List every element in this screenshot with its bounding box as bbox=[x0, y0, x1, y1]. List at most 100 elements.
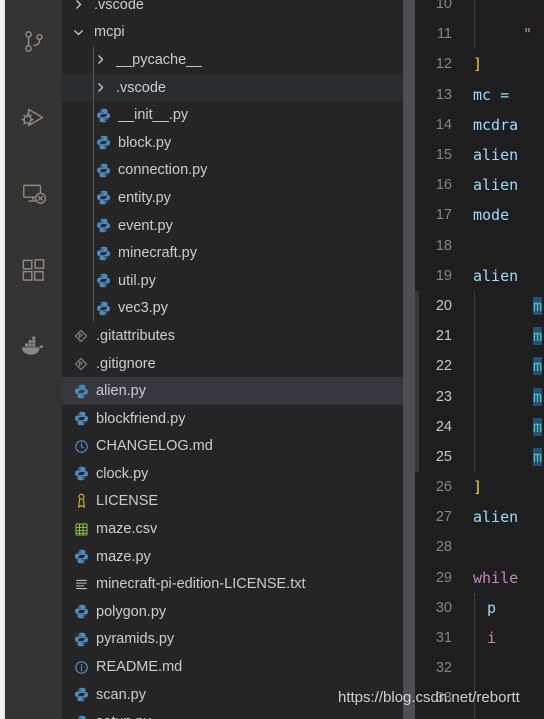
editor-line-number: 13 bbox=[435, 86, 452, 103]
file-tree-row[interactable]: .vscode bbox=[62, 73, 415, 102]
file-tree-row-label: minecraft.py bbox=[118, 245, 197, 262]
csv-icon bbox=[70, 522, 92, 537]
chevron-right-icon[interactable] bbox=[92, 54, 108, 65]
python-icon bbox=[92, 135, 114, 150]
file-tree-row-label: util.py bbox=[118, 272, 156, 289]
file-tree-row[interactable]: minecraft-pi-edition-LICENSE.txt bbox=[62, 570, 415, 598]
activity-bar-item-remote-explorer[interactable] bbox=[5, 156, 62, 232]
file-tree-row-label: clock.py bbox=[96, 465, 149, 482]
editor-line[interactable]: 14 mcdra bbox=[415, 110, 544, 140]
explorer-file-tree[interactable]: .vscode mcpi __pycache__ .vscode __init__.py… bbox=[62, 0, 415, 719]
file-tree-row[interactable]: README.md bbox=[62, 653, 415, 681]
editor-line[interactable]: 31 i bbox=[415, 622, 544, 654]
chevron-right-icon[interactable] bbox=[92, 82, 108, 93]
python-icon bbox=[92, 190, 114, 205]
code-editor[interactable]: 10 11 " 12] 13 mc = 14 mcdra 15 alien 16 alien 17 mod… bbox=[415, 0, 544, 719]
file-tree-row[interactable]: CHANGELOG.md bbox=[62, 433, 415, 461]
editor-line[interactable]: 19 alien bbox=[415, 261, 544, 291]
editor-line[interactable]: 34 bbox=[415, 713, 544, 719]
file-tree-row[interactable]: setup.py bbox=[62, 708, 415, 719]
editor-line[interactable]: 16 alien bbox=[415, 170, 544, 200]
file-tree-row[interactable]: clock.py bbox=[62, 460, 415, 488]
file-tree-row[interactable]: .vscode bbox=[62, 0, 415, 19]
editor-line[interactable]: 25 m bbox=[415, 441, 544, 472]
editor-line[interactable]: 33 bbox=[415, 683, 544, 714]
file-tree-row[interactable]: polygon.py bbox=[62, 598, 415, 626]
editor-line[interactable]: 29 while bbox=[415, 563, 544, 593]
file-tree-row[interactable]: util.py bbox=[62, 266, 415, 295]
editor-line[interactable]: 27 alien bbox=[415, 502, 544, 532]
editor-line[interactable]: 21 m bbox=[415, 321, 544, 352]
editor-line[interactable]: 23 m bbox=[415, 381, 544, 412]
python-icon bbox=[92, 163, 114, 178]
editor-line-text: ] bbox=[473, 55, 483, 74]
editor-line[interactable]: 11 " bbox=[415, 19, 544, 50]
file-tree-row[interactable]: event.py bbox=[62, 211, 415, 240]
editor-line[interactable]: 15 alien bbox=[415, 140, 544, 170]
python-icon bbox=[70, 466, 92, 481]
file-tree-row-label: event.py bbox=[118, 217, 173, 234]
editor-line-number: 31 bbox=[435, 630, 452, 647]
python-icon bbox=[92, 218, 114, 233]
explorer-scrollbar[interactable] bbox=[403, 0, 415, 719]
editor-line[interactable]: 20 m bbox=[415, 290, 544, 322]
editor-line-text: m bbox=[533, 327, 543, 346]
activity-bar-item-source-control[interactable] bbox=[5, 4, 62, 80]
file-tree-row[interactable]: __pycache__ bbox=[62, 46, 415, 74]
file-tree-row[interactable]: minecraft.py bbox=[62, 239, 415, 267]
file-tree-row[interactable]: connection.py bbox=[62, 156, 415, 185]
file-tree-row[interactable]: .gitattributes bbox=[62, 322, 415, 350]
editor-line[interactable]: 26] bbox=[415, 472, 544, 502]
file-tree-row[interactable]: scan.py bbox=[62, 681, 415, 709]
editor-indent-guide bbox=[474, 381, 475, 412]
editor-line[interactable]: 18 bbox=[415, 231, 544, 261]
editor-line[interactable]: 24 m bbox=[415, 411, 544, 442]
file-tree-row-label: .vscode bbox=[94, 0, 144, 13]
activity-bar-item-docker[interactable] bbox=[5, 308, 62, 384]
editor-selection-margin bbox=[415, 321, 419, 352]
python-icon bbox=[70, 604, 92, 619]
python-icon bbox=[92, 301, 114, 316]
extensions-icon bbox=[20, 257, 47, 284]
file-tree-row[interactable]: .gitignore bbox=[62, 350, 415, 378]
tree-indent-guide bbox=[93, 101, 94, 129]
editor-line[interactable]: 12] bbox=[415, 49, 544, 79]
tree-indent-guide bbox=[93, 156, 94, 185]
file-tree-row[interactable]: maze.py bbox=[62, 543, 415, 571]
chevron-down-icon[interactable] bbox=[70, 27, 86, 38]
text-icon bbox=[70, 577, 92, 592]
activity-bar-item-extensions[interactable] bbox=[5, 232, 62, 308]
file-tree-row[interactable]: mcpi bbox=[62, 19, 415, 47]
file-tree-row-label: pyramids.py bbox=[96, 631, 175, 648]
file-tree-row[interactable]: entity.py bbox=[62, 184, 415, 212]
tree-indent-guide bbox=[93, 266, 94, 295]
git-icon bbox=[70, 357, 92, 371]
editor-line-text: mode bbox=[473, 206, 510, 225]
editor-line[interactable]: 10 bbox=[415, 0, 544, 20]
file-tree-row[interactable]: vec3.py bbox=[62, 294, 415, 323]
editor-line-text: m bbox=[533, 357, 543, 376]
file-tree-row[interactable]: __init__.py bbox=[62, 101, 415, 129]
editor-line[interactable]: 28 bbox=[415, 532, 544, 562]
tree-indent-guide bbox=[93, 46, 94, 74]
explorer-scrollbar-thumb[interactable] bbox=[403, 0, 415, 719]
file-tree-row[interactable]: alien.py bbox=[62, 377, 415, 405]
file-tree-row[interactable]: LICENSE bbox=[62, 488, 415, 516]
file-tree-row[interactable]: pyramids.py bbox=[62, 626, 415, 654]
editor-line[interactable]: 22 m bbox=[415, 351, 544, 382]
editor-line-number: 12 bbox=[435, 56, 452, 73]
editor-line-text: alien bbox=[473, 146, 519, 165]
chevron-right-icon[interactable] bbox=[70, 0, 86, 10]
editor-line[interactable]: 13 mc = bbox=[415, 80, 544, 110]
editor-line[interactable]: 17 mode bbox=[415, 200, 544, 230]
file-tree-row[interactable]: blockfriend.py bbox=[62, 405, 415, 433]
editor-line-number: 10 bbox=[435, 0, 452, 13]
file-tree-row[interactable]: maze.csv bbox=[62, 515, 415, 543]
activity-bar-item-run-and-debug[interactable] bbox=[5, 80, 62, 156]
editor-line[interactable]: 30 p bbox=[415, 592, 544, 623]
file-tree-row[interactable]: block.py bbox=[62, 128, 415, 157]
editor-line[interactable]: 32 bbox=[415, 653, 544, 684]
editor-lines: 10 11 " 12] 13 mc = 14 mcdra 15 alien 16 alien 17 mod… bbox=[415, 0, 544, 719]
editor-line-text: mcdra bbox=[473, 115, 519, 134]
editor-selection-margin bbox=[415, 441, 419, 472]
